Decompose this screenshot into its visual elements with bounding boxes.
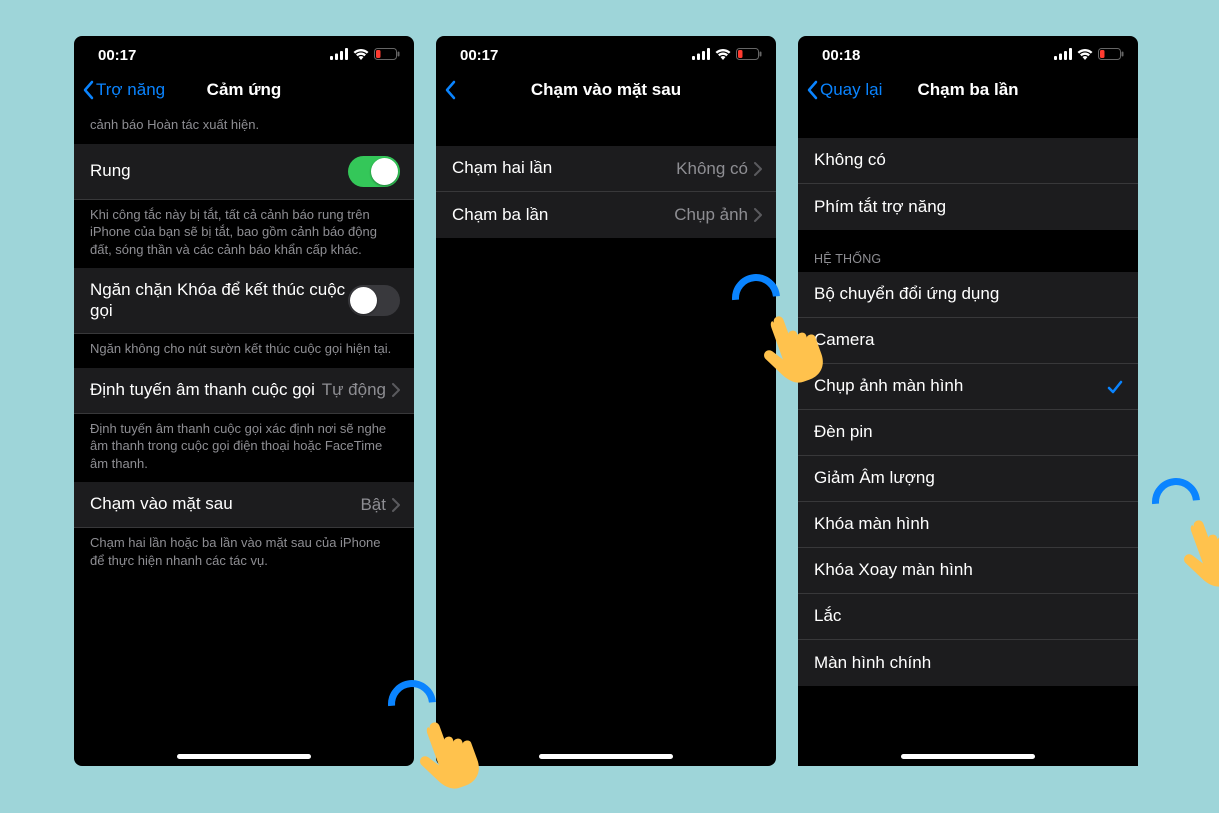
row-label: Rung — [90, 161, 348, 181]
row-label: Phím tắt trợ năng — [814, 197, 1124, 217]
status-icons — [1054, 47, 1124, 64]
screen-triple-tap: 00:18 Quay lại Chạm ba lần Không có Phím — [798, 36, 1138, 766]
status-time: 00:18 — [822, 47, 860, 64]
row-value: Không có — [676, 159, 748, 179]
signal-icon — [692, 47, 710, 64]
row-triple-tap[interactable]: Chạm ba lần Chụp ảnh — [436, 192, 776, 238]
row-label: Chạm vào mặt sau — [90, 494, 360, 514]
chevron-left-icon — [806, 80, 818, 100]
row-label: Camera — [814, 330, 1124, 350]
row-value: Chụp ảnh — [674, 205, 748, 225]
row-label: Chạm hai lần — [452, 158, 676, 178]
row-audio-routing[interactable]: Định tuyến âm thanh cuộc gọi Tự động — [74, 368, 414, 414]
battery-icon — [374, 47, 400, 64]
row-label: Đèn pin — [814, 422, 1124, 442]
row-accessibility-shortcut[interactable]: Phím tắt trợ năng — [798, 184, 1138, 230]
row-vibration[interactable]: Rung — [74, 144, 414, 200]
row-system-option[interactable]: Đèn pin — [798, 410, 1138, 456]
signal-icon — [1054, 47, 1072, 64]
row-double-tap[interactable]: Chạm hai lần Không có — [436, 146, 776, 192]
toggle-lock-end-call[interactable] — [348, 285, 400, 316]
row-system-option[interactable]: Bộ chuyển đổi ứng dụng — [798, 272, 1138, 318]
row-label: Màn hình chính — [814, 653, 1124, 673]
checkmark-icon — [1106, 378, 1124, 396]
row-system-option[interactable]: Chụp ảnh màn hình — [798, 364, 1138, 410]
row-lock-end-call[interactable]: Ngăn chặn Khóa để kết thúc cuộc gọi — [74, 268, 414, 334]
nav-title: Chạm vào mặt sau — [436, 80, 776, 100]
chevron-right-icon — [392, 498, 400, 512]
row-system-option[interactable]: Camera — [798, 318, 1138, 364]
row-label: Lắc — [814, 606, 1124, 626]
row-system-option[interactable]: Khóa Xoay màn hình — [798, 548, 1138, 594]
status-bar: 00:17 — [74, 36, 414, 66]
back-button[interactable]: Trợ năng — [82, 80, 165, 100]
chevron-right-icon — [754, 208, 762, 222]
row-system-option[interactable]: Lắc — [798, 594, 1138, 640]
status-icons — [692, 47, 762, 64]
home-indicator[interactable] — [539, 754, 673, 759]
chevron-right-icon — [392, 383, 400, 397]
row-label: Định tuyến âm thanh cuộc gọi — [90, 380, 322, 400]
status-bar: 00:17 — [436, 36, 776, 66]
status-icons — [330, 47, 400, 64]
settings-list[interactable]: cảnh báo Hoàn tác xuất hiện. Rung Khi cô… — [74, 114, 414, 766]
row-label: Chụp ảnh màn hình — [814, 376, 1106, 396]
battery-icon — [736, 47, 762, 64]
intro-desc: cảnh báo Hoàn tác xuất hiện. — [74, 114, 414, 144]
wifi-icon — [1077, 47, 1093, 64]
back-label: Quay lại — [820, 80, 882, 100]
row-desc: Chạm hai lần hoặc ba lần vào mặt sau của… — [74, 528, 414, 579]
section-header: HỆ THỐNG — [798, 252, 1138, 272]
screen-back-tap: 00:17 Chạm vào mặt sau Chạm hai lần Khôn… — [436, 36, 776, 766]
row-system-option[interactable]: Màn hình chính — [798, 640, 1138, 686]
row-label: Chạm ba lần — [452, 205, 674, 225]
settings-list[interactable]: Chạm hai lần Không có Chạm ba lần Chụp ả… — [436, 114, 776, 766]
back-button[interactable] — [444, 80, 456, 100]
back-label: Trợ năng — [96, 80, 165, 100]
row-back-tap[interactable]: Chạm vào mặt sau Bật — [74, 482, 414, 528]
row-label: Bộ chuyển đổi ứng dụng — [814, 284, 1124, 304]
screen-touch-settings: 00:17 Trợ năng Cảm ứng cảnh báo Hoàn tác… — [74, 36, 414, 766]
settings-list[interactable]: Không có Phím tắt trợ năng HỆ THỐNG Bộ c… — [798, 114, 1138, 766]
wifi-icon — [715, 47, 731, 64]
status-time: 00:17 — [460, 47, 498, 64]
row-value: Tự động — [322, 380, 386, 400]
row-value: Bật — [360, 495, 386, 515]
row-label: Không có — [814, 150, 1124, 170]
wifi-icon — [353, 47, 369, 64]
home-indicator[interactable] — [177, 754, 311, 759]
row-desc: Định tuyến âm thanh cuộc gọi xác định nơ… — [74, 414, 414, 483]
nav-bar: Chạm vào mặt sau — [436, 66, 776, 114]
home-indicator[interactable] — [901, 754, 1035, 759]
row-none[interactable]: Không có — [798, 138, 1138, 184]
row-label: Khóa Xoay màn hình — [814, 560, 1124, 580]
row-desc: Khi công tắc này bị tắt, tất cả cảnh báo… — [74, 200, 414, 269]
row-desc: Ngăn không cho nút sườn kết thúc cuộc gọ… — [74, 334, 414, 368]
row-label: Khóa màn hình — [814, 514, 1124, 534]
row-label: Giảm Âm lượng — [814, 468, 1124, 488]
back-button[interactable]: Quay lại — [806, 80, 882, 100]
status-bar: 00:18 — [798, 36, 1138, 66]
toggle-vibration[interactable] — [348, 156, 400, 187]
signal-icon — [330, 47, 348, 64]
row-system-option[interactable]: Khóa màn hình — [798, 502, 1138, 548]
chevron-left-icon — [444, 80, 456, 100]
status-time: 00:17 — [98, 47, 136, 64]
chevron-right-icon — [754, 162, 762, 176]
row-system-option[interactable]: Giảm Âm lượng — [798, 456, 1138, 502]
battery-icon — [1098, 47, 1124, 64]
chevron-left-icon — [82, 80, 94, 100]
nav-bar: Quay lại Chạm ba lần — [798, 66, 1138, 114]
nav-bar: Trợ năng Cảm ứng — [74, 66, 414, 114]
row-label: Ngăn chặn Khóa để kết thúc cuộc gọi — [90, 280, 348, 321]
